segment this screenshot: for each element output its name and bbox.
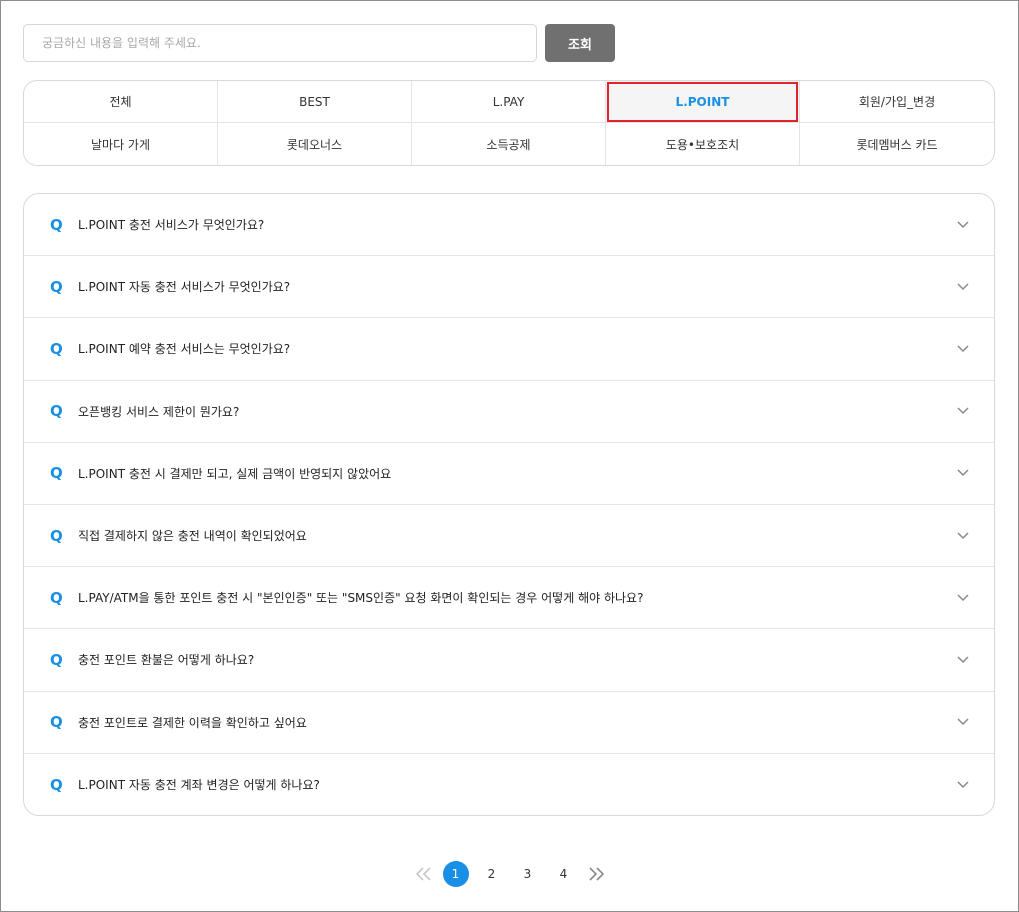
- tab-lotte-owners[interactable]: 롯데오너스: [218, 123, 412, 165]
- chevron-down-icon[interactable]: [956, 218, 970, 232]
- chevron-down-icon[interactable]: [956, 280, 970, 294]
- q-mark: Q: [50, 775, 63, 794]
- chevron-down-icon[interactable]: [956, 653, 970, 667]
- faq-item[interactable]: Q L.POINT 충전 서비스가 무엇인가요?: [24, 194, 994, 257]
- first-page-button[interactable]: [410, 860, 438, 888]
- q-mark: Q: [50, 526, 63, 545]
- faq-question: L.POINT 충전 시 결제만 되고, 실제 금액이 반영되지 않았어요: [78, 466, 392, 481]
- search-bar: 조회: [23, 24, 615, 62]
- faq-question: 충전 포인트로 결제한 이력을 확인하고 싶어요: [78, 715, 307, 730]
- faq-item[interactable]: Q L.POINT 자동 충전 계좌 변경은 어떻게 하나요?: [24, 754, 994, 815]
- q-mark: Q: [50, 277, 63, 296]
- tab-best[interactable]: BEST: [218, 81, 412, 123]
- tab-theft-protection[interactable]: 도용•보호조치: [606, 123, 800, 165]
- tab-lpoint[interactable]: L.POINT: [606, 81, 800, 123]
- q-mark: Q: [50, 215, 63, 234]
- chevron-down-icon[interactable]: [956, 342, 970, 356]
- tab-income-deduction[interactable]: 소득공제: [412, 123, 606, 165]
- page-3-button[interactable]: 3: [510, 860, 546, 888]
- chevron-down-icon[interactable]: [956, 529, 970, 543]
- page-1-button[interactable]: 1: [438, 860, 474, 888]
- faq-item[interactable]: Q 충전 포인트로 결제한 이력을 확인하고 싶어요: [24, 692, 994, 754]
- faq-item[interactable]: Q 충전 포인트 환불은 어떻게 하나요?: [24, 629, 994, 692]
- page-number: 1: [442, 861, 469, 887]
- faq-question: L.POINT 자동 충전 계좌 변경은 어떻게 하나요?: [78, 778, 320, 793]
- page-2-button[interactable]: 2: [474, 860, 510, 888]
- faq-item[interactable]: Q L.POINT 충전 시 결제만 되고, 실제 금액이 반영되지 않았어요: [24, 443, 994, 505]
- search-button[interactable]: 조회: [545, 24, 615, 62]
- double-chevron-right-icon: [588, 867, 604, 881]
- faq-question: 충전 포인트 환불은 어떻게 하나요?: [78, 653, 255, 668]
- last-page-button[interactable]: [582, 860, 610, 888]
- tab-member-join-change[interactable]: 회원/가입_변경: [800, 81, 994, 123]
- faq-item[interactable]: Q L.PAY/ATM을 통한 포인트 충전 시 "본인인증" 또는 "SMS인증…: [24, 567, 994, 630]
- faq-item[interactable]: Q 직접 결제하지 않은 충전 내역이 확인되었어요: [24, 505, 994, 568]
- q-mark: Q: [50, 713, 63, 732]
- chevron-down-icon[interactable]: [956, 466, 970, 480]
- faq-question: 직접 결제하지 않은 충전 내역이 확인되었어요: [78, 529, 307, 544]
- q-mark: Q: [50, 650, 63, 669]
- q-mark: Q: [50, 339, 63, 358]
- faq-item[interactable]: Q L.POINT 예약 충전 서비스는 무엇인가요?: [24, 318, 994, 381]
- page-4-button[interactable]: 4: [546, 860, 582, 888]
- tab-all[interactable]: 전체: [24, 81, 218, 123]
- chevron-down-icon[interactable]: [956, 591, 970, 605]
- faq-question: 오픈뱅킹 서비스 제한이 뭔가요?: [78, 404, 240, 419]
- chevron-down-icon[interactable]: [956, 715, 970, 729]
- faq-question: L.PAY/ATM을 통한 포인트 충전 시 "본인인증" 또는 "SMS인증"…: [78, 591, 644, 606]
- faq-question: L.POINT 충전 서비스가 무엇인가요?: [78, 218, 265, 233]
- faq-question: L.POINT 자동 충전 서비스가 무엇인가요?: [78, 280, 291, 295]
- faq-item[interactable]: Q L.POINT 자동 충전 서비스가 무엇인가요?: [24, 256, 994, 319]
- faq-item[interactable]: Q 오픈뱅킹 서비스 제한이 뭔가요?: [24, 381, 994, 443]
- q-mark: Q: [50, 402, 63, 421]
- chevron-down-icon[interactable]: [956, 404, 970, 418]
- tab-lpay[interactable]: L.PAY: [412, 81, 606, 123]
- q-mark: Q: [50, 464, 63, 483]
- faq-list: Q L.POINT 충전 서비스가 무엇인가요? Q L.POINT 자동 충전 서비…: [23, 193, 995, 816]
- tab-daily-store[interactable]: 날마다 가게: [24, 123, 218, 165]
- category-tabs: 전체 BEST L.PAY L.POINT 회원/가입_변경 날마다 가게 롯데…: [23, 80, 995, 166]
- chevron-down-icon[interactable]: [956, 778, 970, 792]
- q-mark: Q: [50, 588, 63, 607]
- tab-lotte-members-card[interactable]: 롯데멤버스 카드: [800, 123, 994, 165]
- search-input[interactable]: [23, 24, 537, 62]
- faq-question: L.POINT 예약 충전 서비스는 무엇인가요?: [78, 342, 291, 357]
- double-chevron-left-icon: [415, 867, 431, 881]
- pagination: 1 2 3 4: [0, 860, 1019, 888]
